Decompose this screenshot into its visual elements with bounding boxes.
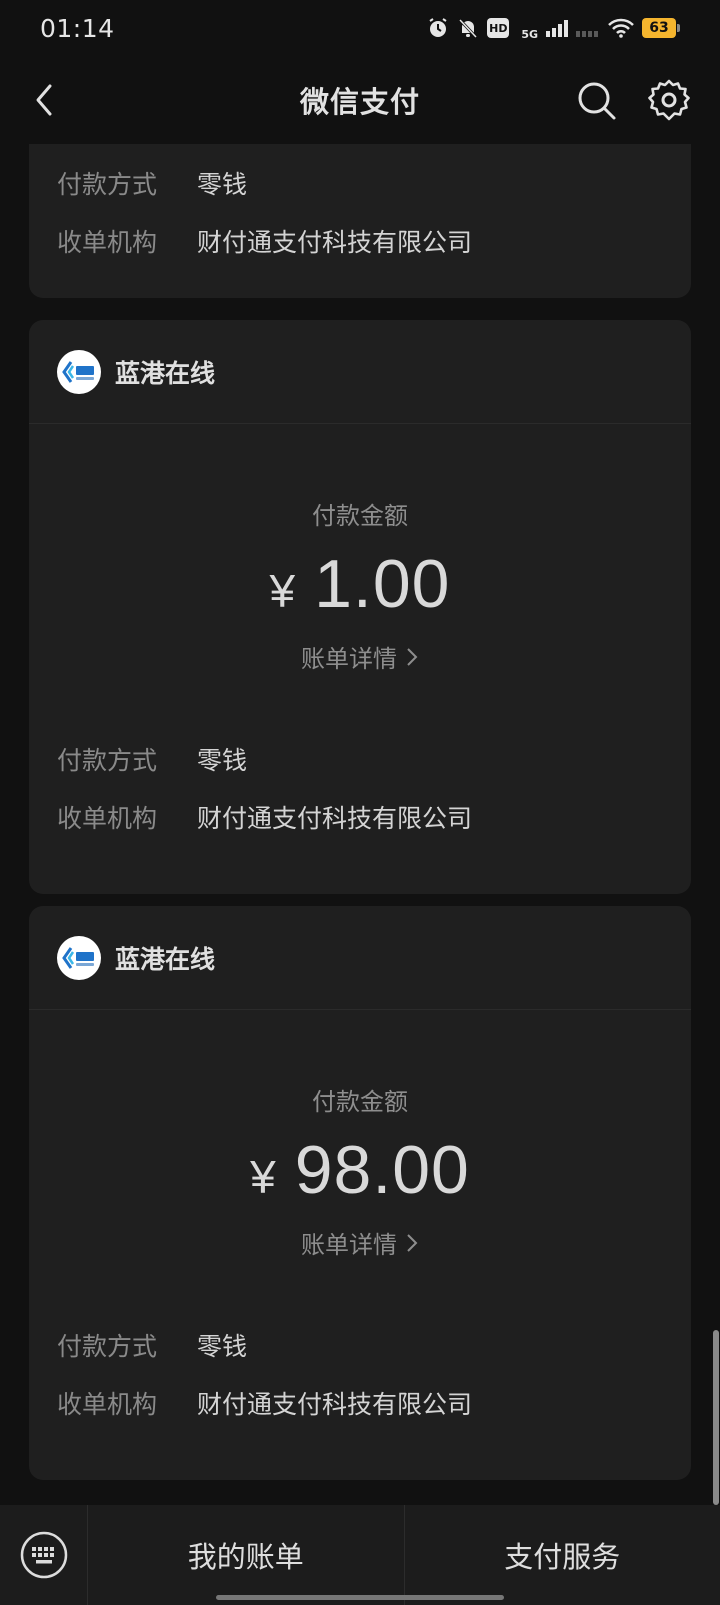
gear-icon[interactable] bbox=[645, 76, 693, 124]
search-icon[interactable] bbox=[572, 76, 620, 124]
info-value: 财付通支付科技有限公司 bbox=[197, 1390, 473, 1419]
bill-detail-label: 账单详情 bbox=[301, 645, 397, 673]
transaction-card: 付款方式 零钱 收单机构 财付通支付科技有限公司 bbox=[29, 144, 691, 298]
info-row-acquirer: 收单机构 财付通支付科技有限公司 bbox=[57, 1374, 691, 1432]
amount-value: ¥ 98.00 bbox=[29, 1131, 691, 1209]
merchant-row[interactable]: 蓝港在线 bbox=[29, 320, 691, 424]
chevron-right-icon bbox=[407, 647, 418, 666]
home-indicator[interactable] bbox=[216, 1595, 504, 1600]
merchant-name: 蓝港在线 bbox=[115, 944, 216, 974]
transaction-card: 蓝港在线 付款金额 ¥ 1.00 账单详情 付款方式 零钱 收单机构 财付通支付… bbox=[29, 320, 691, 894]
status-icons: HD 5G 63 bbox=[427, 16, 680, 41]
scrollbar[interactable] bbox=[713, 1330, 719, 1505]
info-label: 收单机构 bbox=[57, 1390, 158, 1419]
info-label: 付款方式 bbox=[57, 170, 158, 199]
info-rows: 付款方式 零钱 收单机构 财付通支付科技有限公司 bbox=[29, 1260, 691, 1458]
info-value: 零钱 bbox=[197, 170, 248, 199]
chevron-right-icon bbox=[407, 1233, 418, 1252]
status-bar: 01:14 HD 5G 63 bbox=[0, 0, 720, 56]
tab-payment-services[interactable]: 支付服务 bbox=[403, 1505, 720, 1605]
merchant-name: 蓝港在线 bbox=[115, 358, 216, 388]
mute-bell-icon bbox=[459, 18, 478, 39]
info-row-acquirer: 收单机构 财付通支付科技有限公司 bbox=[57, 788, 691, 846]
keyboard-icon bbox=[20, 1531, 67, 1579]
amount-block: 付款金额 ¥ 1.00 账单详情 bbox=[29, 424, 691, 674]
tab-my-bills[interactable]: 我的账单 bbox=[88, 1505, 404, 1605]
amount-label: 付款金额 bbox=[312, 502, 408, 530]
info-row-payment-method: 付款方式 零钱 bbox=[57, 154, 691, 212]
battery-tip bbox=[677, 24, 680, 32]
amount-block: 付款金额 ¥ 98.00 账单详情 bbox=[29, 1010, 691, 1260]
battery-icon: 63 bbox=[642, 18, 676, 38]
currency-symbol: ¥ bbox=[269, 565, 297, 617]
info-label: 收单机构 bbox=[57, 804, 158, 833]
amount-number: 1.00 bbox=[314, 546, 451, 622]
merchant-row[interactable]: 蓝港在线 bbox=[29, 906, 691, 1010]
info-row-payment-method: 付款方式 零钱 bbox=[57, 1316, 691, 1374]
amount-label: 付款金额 bbox=[312, 1088, 408, 1116]
bill-detail-link[interactable]: 账单详情 bbox=[301, 1225, 419, 1260]
info-value: 财付通支付科技有限公司 bbox=[197, 228, 473, 257]
transaction-card: 蓝港在线 付款金额 ¥ 98.00 账单详情 付款方式 零钱 收单机构 财付通支… bbox=[29, 906, 691, 1480]
info-row-acquirer: 收单机构 财付通支付科技有限公司 bbox=[57, 212, 691, 270]
info-label: 收单机构 bbox=[57, 228, 158, 257]
signal-weak-icon bbox=[576, 31, 598, 37]
merchant-logo-icon bbox=[57, 349, 101, 394]
bill-detail-link[interactable]: 账单详情 bbox=[301, 639, 419, 674]
amount-value: ¥ 1.00 bbox=[29, 545, 691, 623]
back-arrow-icon[interactable] bbox=[22, 76, 70, 124]
bill-detail-label: 账单详情 bbox=[301, 1231, 397, 1259]
info-row-payment-method: 付款方式 零钱 bbox=[57, 730, 691, 788]
info-value: 零钱 bbox=[197, 746, 248, 775]
currency-symbol: ¥ bbox=[250, 1151, 277, 1203]
network-label: 5G bbox=[521, 27, 538, 41]
transaction-list[interactable]: 付款方式 零钱 收单机构 财付通支付科技有限公司 蓝港在线 付款金额 ¥ 1.0… bbox=[0, 144, 720, 1505]
hd-icon: HD bbox=[487, 18, 510, 38]
info-value: 零钱 bbox=[197, 1332, 248, 1361]
info-value: 财付通支付科技有限公司 bbox=[197, 804, 473, 833]
amount-number: 98.00 bbox=[294, 1132, 470, 1208]
page-title: 微信支付 bbox=[299, 85, 420, 119]
merchant-logo-icon bbox=[57, 935, 101, 980]
nav-bar: 微信支付 bbox=[0, 56, 720, 144]
info-label: 付款方式 bbox=[57, 746, 158, 775]
bottom-bar: 我的账单 支付服务 bbox=[0, 1505, 720, 1605]
alarm-icon bbox=[429, 18, 447, 37]
info-rows: 付款方式 零钱 收单机构 财付通支付科技有限公司 bbox=[29, 674, 691, 872]
keyboard-toggle-button[interactable] bbox=[0, 1505, 88, 1605]
screen: 01:14 HD 5G 63 微信支付 付款方式 零钱 收单机构 财付通支付科技… bbox=[0, 0, 720, 1605]
signal-strong-icon bbox=[546, 20, 568, 37]
info-label: 付款方式 bbox=[57, 1332, 158, 1361]
status-time: 01:14 bbox=[40, 13, 115, 43]
wifi-icon bbox=[608, 18, 634, 38]
